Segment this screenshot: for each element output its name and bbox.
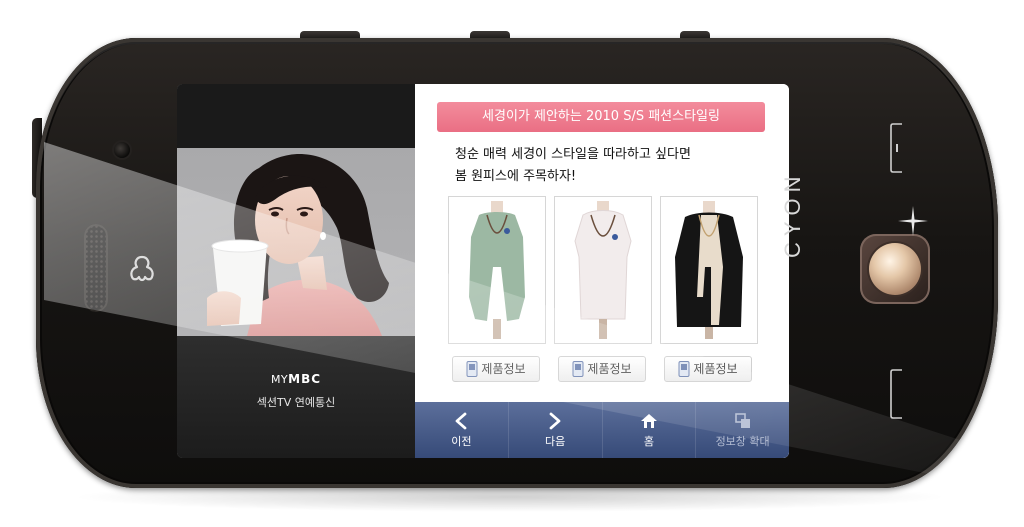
left-pane: MYMBC 섹션TV 연예통신 — [177, 84, 415, 458]
home-key-button[interactable] — [860, 234, 930, 304]
green-dress-image — [469, 201, 525, 339]
product-info-button-1[interactable]: 제품정보 — [452, 356, 540, 382]
program-title: 섹션TV 연예통신 — [256, 396, 336, 409]
nav-home-label: 홈 — [643, 434, 654, 448]
black-dress-image — [675, 201, 743, 339]
product-info-label-1: 제품정보 — [481, 362, 526, 376]
front-camera-icon — [114, 142, 130, 158]
product-info-label-2: 제품정보 — [587, 362, 632, 376]
intro-text: 청순 매력 세경이 스타일을 따라하고 싶다면 봄 원피스에 주목하자! — [455, 144, 775, 188]
chevron-left-icon — [455, 412, 467, 429]
caption-area: MYMBC 섹션TV 연예통신 — [177, 336, 415, 458]
phone-icon — [572, 361, 584, 377]
intro-line-1: 청순 매력 세경이 스타일을 따라하고 싶다면 — [455, 147, 691, 162]
phone-icon — [466, 361, 478, 377]
product-info-label-3: 제품정보 — [693, 362, 738, 376]
soft-key-bottom-icon[interactable] — [890, 368, 904, 420]
brand-logo-icon — [130, 255, 154, 282]
nav-home-button[interactable]: 홈 — [601, 402, 696, 458]
product-info-button-3[interactable]: 제품정보 — [664, 356, 752, 382]
bottom-nav-bar: 이전 다음 홈 정보창 확대 — [415, 402, 789, 458]
home-key-cap — [869, 243, 921, 295]
phone-icon — [678, 361, 690, 377]
nav-expand-button[interactable]: 정보창 확대 — [695, 402, 789, 458]
nav-expand-label: 정보창 확대 — [715, 434, 770, 448]
celebrity-photo-image — [207, 153, 389, 336]
sparkle-icon — [898, 206, 928, 236]
nav-prev-button[interactable]: 이전 — [415, 402, 508, 458]
expand-icon — [734, 412, 750, 428]
chevron-right-icon — [549, 412, 561, 429]
device-brand-text: CYON — [780, 170, 805, 258]
phone-body: MYMBC 섹션TV 연예통신 세경이가 제안하는 2010 S/S 패션스타일… — [36, 38, 998, 488]
device-stage: MYMBC 섹션TV 연예통신 세경이가 제안하는 2010 S/S 패션스타일… — [0, 0, 1024, 527]
nav-next-button[interactable]: 다음 — [507, 402, 602, 458]
soft-key-top-icon[interactable] — [890, 122, 904, 174]
phone-screen: MYMBC 섹션TV 연예통신 세경이가 제안하는 2010 S/S 패션스타일… — [177, 84, 789, 458]
right-pane: 세경이가 제안하는 2010 S/S 패션스타일링 청순 매력 세경이 스타일을… — [415, 84, 789, 458]
left-top-bar — [177, 84, 415, 148]
home-icon — [640, 413, 657, 428]
nav-prev-label: 이전 — [451, 434, 472, 448]
mymbc-logo-suffix: MBC — [288, 372, 322, 386]
headline-banner: 세경이가 제안하는 2010 S/S 패션스타일링 — [437, 102, 765, 132]
mymbc-logo: MYMBC — [177, 372, 415, 386]
intro-line-2: 봄 원피스에 주목하자! — [455, 169, 577, 184]
product-card-2[interactable] — [554, 196, 652, 344]
lace-dress-image — [574, 201, 632, 339]
mymbc-logo-prefix: MY — [270, 373, 289, 386]
celebrity-photo — [177, 148, 415, 336]
nav-next-label: 다음 — [545, 434, 566, 448]
product-card-3[interactable] — [660, 196, 758, 344]
product-info-button-2[interactable]: 제품정보 — [558, 356, 646, 382]
speaker-grille — [84, 224, 108, 312]
product-card-1[interactable] — [448, 196, 546, 344]
